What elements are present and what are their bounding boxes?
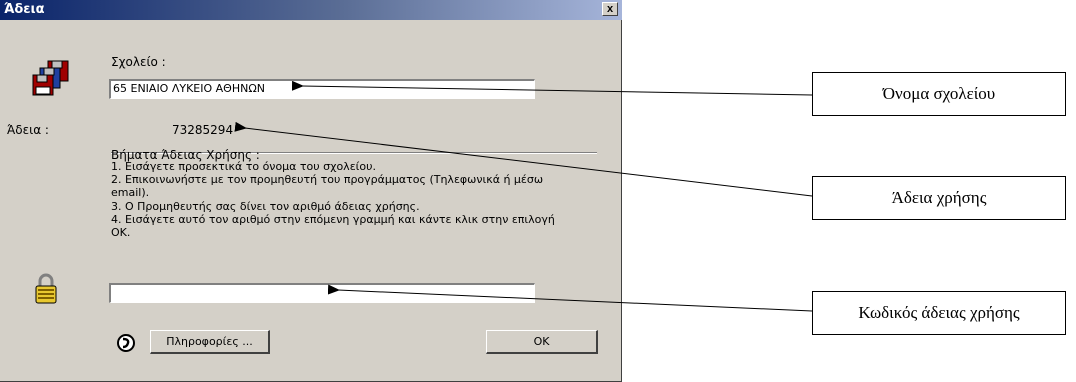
arrow-license [234,121,813,197]
callout-school-name-label: Όνομα σχολείου [882,84,996,103]
callout-license-label: Άδεια χρήσης [891,188,987,207]
arrow-school-name [291,80,813,96]
arrow-license-code [327,284,813,312]
callout-school-name: Όνομα σχολείου [812,72,1066,116]
callout-license-code: Κωδικός άδειας χρήσης [812,291,1066,335]
callout-license-code-label: Κωδικός άδειας χρήσης [858,303,1020,322]
callout-license: Άδεια χρήσης [812,176,1066,220]
